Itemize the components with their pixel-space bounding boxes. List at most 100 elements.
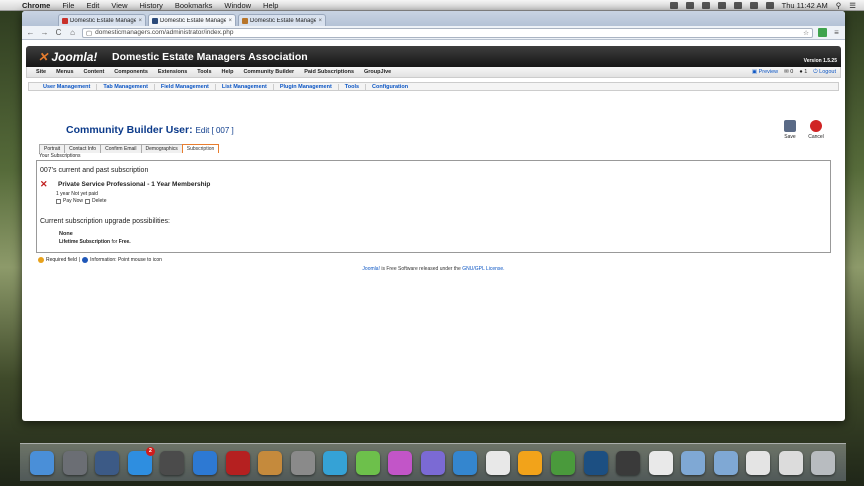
menu-window[interactable]: Window: [218, 1, 257, 10]
save-label: Save: [784, 134, 796, 140]
menu-extensions[interactable]: Extensions: [153, 69, 192, 75]
back-icon[interactable]: ←: [26, 28, 35, 37]
menu-file[interactable]: File: [56, 1, 80, 10]
menu-tools[interactable]: Tools: [192, 69, 216, 75]
menu-bookmarks[interactable]: Bookmarks: [169, 1, 219, 10]
menubar-clock[interactable]: Thu 11:42 AM: [782, 1, 828, 10]
tab-demographics[interactable]: Demographics: [140, 144, 183, 153]
chrome-menu-icon[interactable]: ≡: [832, 28, 841, 37]
wifi-icon[interactable]: [733, 1, 742, 9]
extension-icon[interactable]: [818, 28, 827, 37]
menu-edit[interactable]: Edit: [80, 1, 105, 10]
submenu-list-management[interactable]: List Management: [216, 83, 274, 90]
upgrade-lifetime: Lifetime Subscription for Free.: [59, 239, 131, 245]
submenu-configuration[interactable]: Configuration: [366, 84, 414, 90]
notification-icon[interactable]: ☰: [849, 1, 856, 10]
contacts-icon[interactable]: [453, 450, 478, 475]
users-count[interactable]: ● 1: [799, 69, 807, 75]
menu-community-builder[interactable]: Community Builder: [238, 69, 299, 75]
plan-status: 1 year Not yet paid: [56, 191, 98, 197]
terminal-icon[interactable]: [616, 450, 641, 475]
spotlight-icon[interactable]: ⚲: [836, 1, 842, 10]
submenu-user-management[interactable]: User Management: [37, 83, 98, 90]
dashboard-icon[interactable]: [95, 450, 120, 475]
browser-tab[interactable]: Domestic Estate Managers A ×: [238, 14, 326, 26]
menu-site[interactable]: Site: [31, 69, 51, 75]
app-w-icon[interactable]: [323, 450, 348, 475]
submenu-tab-management[interactable]: Tab Management: [97, 83, 155, 90]
reload-icon[interactable]: C: [54, 28, 63, 37]
app-h-icon[interactable]: [355, 450, 380, 475]
volume-icon[interactable]: [749, 1, 758, 9]
menu-menus[interactable]: Menus: [51, 69, 78, 75]
menu-help[interactable]: Help: [257, 1, 284, 10]
save-button[interactable]: Save: [780, 120, 800, 140]
tab-portrait[interactable]: Portrait: [39, 144, 66, 153]
status-icon[interactable]: [717, 1, 726, 9]
folder-2-icon[interactable]: [713, 450, 738, 475]
site-favicon-icon: [242, 17, 248, 24]
delete-x-icon[interactable]: ✕: [40, 179, 48, 190]
tab-confirm-email[interactable]: Confirm Email: [100, 144, 142, 153]
flower-app-icon[interactable]: [518, 450, 543, 475]
photoshop-icon[interactable]: [583, 450, 608, 475]
joomla-logo: ✕ Joomla!: [38, 50, 98, 64]
tab-subscription[interactable]: Subscription: [181, 144, 220, 153]
bookmark-star-icon[interactable]: ☆: [803, 29, 809, 37]
app-p-icon[interactable]: [388, 450, 413, 475]
close-tab-icon[interactable]: ×: [228, 18, 232, 24]
menu-view[interactable]: View: [105, 1, 133, 10]
cancel-icon: [810, 120, 822, 132]
messages-count[interactable]: ✉ 0: [784, 69, 793, 75]
calculator-icon[interactable]: [485, 450, 510, 475]
launchpad-icon[interactable]: [62, 450, 87, 475]
acrobat-icon[interactable]: [648, 450, 673, 475]
badge-count: 2: [145, 446, 155, 456]
app-store-icon[interactable]: 2: [127, 446, 155, 475]
battery-icon[interactable]: [765, 1, 774, 9]
document-stack-icon[interactable]: [746, 450, 771, 475]
preview-icon[interactable]: [258, 450, 283, 475]
menu-components[interactable]: Components: [109, 69, 153, 75]
document-stack-2-icon[interactable]: [778, 450, 803, 475]
pay-now-checkbox[interactable]: [56, 198, 61, 204]
menu-history[interactable]: History: [134, 1, 169, 10]
chrome-icon[interactable]: [551, 450, 576, 475]
browser-tab-active[interactable]: Domestic Estate Managers A ×: [148, 14, 236, 26]
tab-contact-info[interactable]: Contact Info: [64, 144, 102, 153]
photo-booth-icon[interactable]: [225, 450, 250, 475]
page-subtitle: Edit [ 007 ]: [195, 126, 234, 135]
logout-link[interactable]: ⏻ Logout: [813, 69, 836, 76]
facetime-icon[interactable]: [160, 450, 185, 475]
system-preferences-icon[interactable]: [290, 450, 315, 475]
joomla-link[interactable]: Joomla!: [362, 266, 380, 272]
submenu-plugin-management[interactable]: Plugin Management: [274, 83, 339, 90]
profile-tabs: Portrait Contact Info Confirm Email Demo…: [39, 144, 220, 153]
license-link[interactable]: GNU/GPL License.: [462, 266, 504, 272]
home-icon[interactable]: ⌂: [68, 28, 77, 37]
itunes-icon[interactable]: [193, 450, 217, 475]
trash-icon[interactable]: [811, 450, 836, 475]
forward-icon[interactable]: →: [40, 28, 49, 37]
preview-link[interactable]: ▣ Preview: [752, 69, 778, 75]
delete-checkbox[interactable]: [85, 198, 91, 204]
close-tab-icon[interactable]: ×: [138, 18, 142, 24]
menu-groupjive[interactable]: GroupJive: [359, 69, 396, 75]
browser-tab[interactable]: Domestic Estate Managers ×: [58, 14, 146, 26]
your-subscriptions-label: Your Subscriptions: [39, 153, 81, 159]
submenu-field-management[interactable]: Field Management: [155, 83, 216, 90]
app-e-icon[interactable]: [420, 450, 445, 475]
status-icon[interactable]: [701, 1, 710, 9]
menu-help[interactable]: Help: [217, 69, 239, 75]
folder-icon[interactable]: [681, 450, 706, 475]
menu-paid-subscriptions[interactable]: Paid Subscriptions: [299, 69, 359, 75]
submenu-tools[interactable]: Tools: [339, 83, 367, 90]
status-icon[interactable]: [669, 1, 678, 9]
menu-app-name[interactable]: Chrome: [16, 1, 56, 10]
status-icon[interactable]: [685, 1, 694, 9]
close-tab-icon[interactable]: ×: [318, 18, 322, 24]
cancel-button[interactable]: Cancel: [806, 120, 826, 140]
finder-icon[interactable]: [30, 450, 55, 475]
address-bar[interactable]: ▢ domesticmanagers.com/administrator/ind…: [82, 27, 813, 38]
menu-content[interactable]: Content: [79, 69, 110, 75]
